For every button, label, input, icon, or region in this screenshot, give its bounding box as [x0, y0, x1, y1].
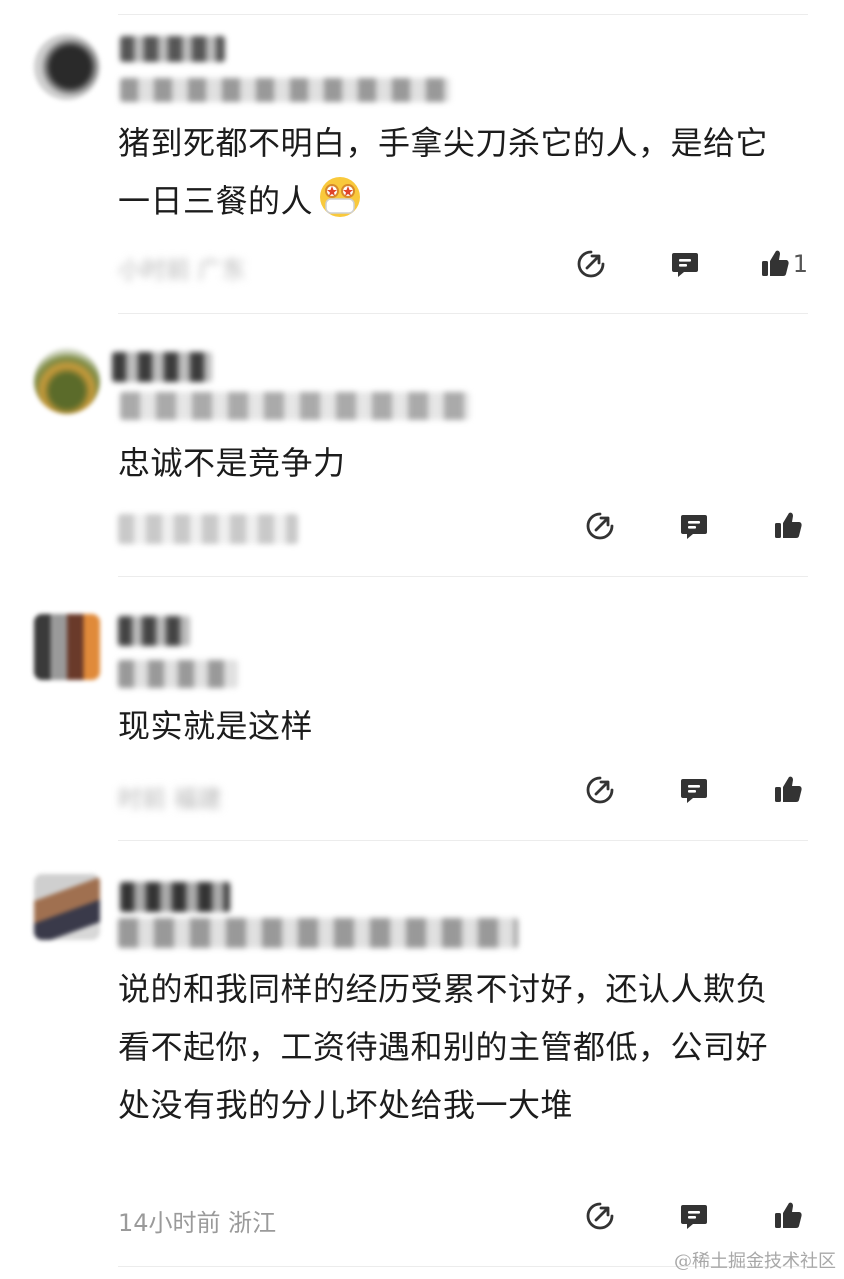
comment-actions: [580, 1196, 808, 1236]
comment-body: 现实就是这样: [118, 707, 314, 745]
comment-actions: [580, 506, 808, 546]
divider: [118, 576, 808, 577]
comment-body: 猪到死都不明白，手拿尖刀杀它的人，是给它一日三餐的人: [118, 124, 769, 220]
divider: [118, 313, 808, 314]
watermark: @稀土掘金技术社区: [674, 1251, 836, 1272]
comment-icon: [671, 253, 698, 277]
share-icon: [586, 776, 614, 804]
avatar[interactable]: [34, 34, 100, 100]
comment-text: 现实就是这样: [118, 697, 800, 755]
reply-button[interactable]: [674, 506, 714, 546]
comment-meta: 小时前 广东: [118, 256, 246, 284]
avatar[interactable]: [34, 874, 100, 940]
user-badge-redacted: [120, 392, 470, 420]
user-badge-redacted: [118, 918, 518, 948]
comment-actions: [580, 770, 808, 810]
user-badge-redacted: [118, 660, 238, 688]
reply-button[interactable]: [665, 244, 705, 284]
reply-button[interactable]: [674, 1196, 714, 1236]
user-badge-redacted: [120, 78, 450, 102]
thumbs-up-icon: [761, 250, 789, 276]
share-icon: [577, 250, 605, 278]
comment-meta: 14小时前 浙江: [118, 1209, 277, 1237]
share-button[interactable]: [580, 1196, 620, 1236]
share-button[interactable]: [580, 506, 620, 546]
thumbs-up-icon: [775, 512, 802, 538]
username-redacted[interactable]: [120, 882, 230, 912]
thumbs-up-icon: [775, 776, 802, 802]
mask-face-emoji-icon: [317, 174, 363, 220]
comment-text: 猪到死都不明白，手拿尖刀杀它的人，是给它一日三餐的人: [118, 114, 800, 230]
comment-body: 说的和我同样的经历受累不讨好，还认人欺负看不起你，工资待遇和别的主管都低，公司好…: [118, 970, 769, 1124]
comment-icon: [681, 1205, 707, 1229]
comment-icon: [681, 515, 707, 539]
like-button[interactable]: [768, 1196, 808, 1236]
comment-text: 说的和我同样的经历受累不讨好，还认人欺负看不起你，工资待遇和别的主管都低，公司好…: [118, 960, 800, 1134]
share-button[interactable]: [571, 244, 611, 284]
comment-meta-redacted: [118, 514, 298, 544]
divider: [118, 840, 808, 841]
comment-actions: 1: [571, 244, 808, 284]
avatar[interactable]: [34, 348, 100, 414]
comment-icon: [681, 779, 707, 803]
share-icon: [586, 512, 614, 540]
comment-meta: 时前 福建: [118, 785, 222, 813]
avatar[interactable]: [34, 614, 100, 680]
divider: [118, 14, 808, 15]
username-redacted[interactable]: [118, 616, 190, 646]
comment-text: 忠诚不是竞争力: [118, 434, 800, 492]
reply-button[interactable]: [674, 770, 714, 810]
username-redacted[interactable]: [112, 352, 212, 382]
share-button[interactable]: [580, 770, 620, 810]
share-icon: [586, 1202, 614, 1230]
like-count: 1: [792, 250, 808, 278]
thumbs-up-icon: [775, 1202, 802, 1228]
comment-body: 忠诚不是竞争力: [118, 444, 346, 482]
like-button[interactable]: 1: [759, 244, 808, 284]
like-button[interactable]: [768, 770, 808, 810]
like-button[interactable]: [768, 506, 808, 546]
username-redacted[interactable]: [120, 36, 225, 62]
